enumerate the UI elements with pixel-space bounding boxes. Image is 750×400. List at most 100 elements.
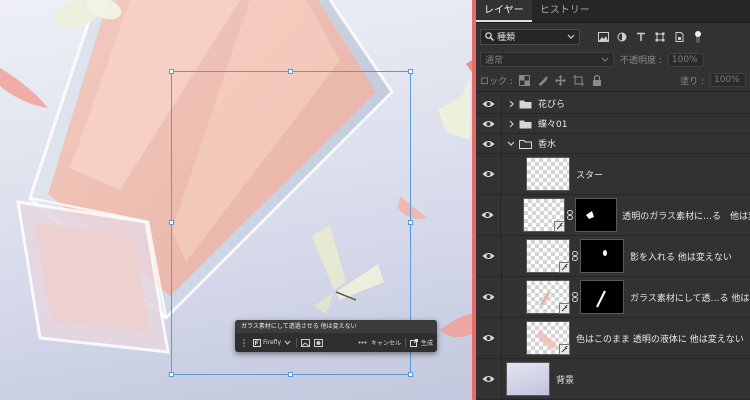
chevron-right-icon[interactable] [505,100,517,108]
fill-input[interactable]: 100% [710,73,746,87]
visibility-eye-icon[interactable] [476,236,502,276]
more-options-icon[interactable] [358,338,367,347]
layer-row-background[interactable]: 背景 [476,359,750,400]
layer-filter-row: 種類 [476,23,750,50]
visibility-eye-icon[interactable] [476,134,502,153]
visibility-eye-icon[interactable] [476,277,502,317]
transform-handle-bottom-right[interactable] [408,372,413,377]
blend-mode-select[interactable]: 通常 [480,52,614,67]
adjustment-filter-icon[interactable] [615,30,629,44]
transform-handle-top-left[interactable] [169,69,174,74]
layer-name: スター [576,170,604,181]
layers-panel: レイヤー ヒストリー 種類 通常 不透明度: 100% ロック: 塗り: … [476,0,750,400]
lock-label: ロック : [480,76,513,87]
mask-link-icon[interactable] [570,251,580,261]
layer-thumbnail[interactable] [526,157,570,191]
lock-fill-row: ロック : 塗り : 100% [476,69,750,92]
chevron-right-icon[interactable] [505,120,517,128]
model-picker-button[interactable]: Firefly [252,338,292,347]
generative-layer-badge-icon [554,221,566,232]
layer-row-group-butterflies[interactable]: 蝶々01 [476,114,750,134]
separator [296,337,298,348]
tab-history[interactable]: ヒストリー [532,0,598,22]
mask-link-icon[interactable] [565,210,574,220]
visibility-eye-icon[interactable] [476,154,502,194]
mask-link-icon[interactable] [570,292,580,302]
transform-handle-bottom-left[interactable] [169,372,174,377]
generative-layer-badge-icon [559,303,570,314]
transform-handle-top[interactable] [288,69,293,74]
type-filter-icon[interactable] [634,30,648,44]
generative-layer-badge-icon [559,344,570,355]
visibility-eye-icon[interactable] [476,359,502,399]
cancel-button[interactable]: キャンセル [371,338,401,347]
transform-handle-bottom[interactable] [288,372,293,377]
panel-tabs: レイヤー ヒストリー [476,0,750,23]
layer-name: 影を入れる 他は変えない [630,252,732,263]
visibility-eye-icon[interactable] [476,114,502,133]
layer-thumbnail[interactable] [526,239,570,273]
layer-mask-thumbnail[interactable] [580,239,624,273]
generative-prompt-input[interactable]: ガラス素材にして透過させる 他は変えない [235,320,437,333]
chevron-down-icon [600,55,609,64]
layer-row-generative-liquid[interactable]: 色はこのまま 透明の液体に 他は変えない [476,318,750,359]
layer-name: ガラス素材にして透…る 他は [630,293,750,304]
layer-row-generative-glass-transparent[interactable]: ガラス素材にして透…る 他は [476,277,750,318]
layer-row-generative-shadow[interactable]: 影を入れる 他は変えない [476,236,750,277]
transform-handle-top-right[interactable] [408,69,413,74]
visibility-eye-icon[interactable] [476,195,501,235]
style-reference-icon[interactable] [314,338,324,347]
separator [404,337,406,348]
layer-thumbnail[interactable] [506,362,550,396]
layer-thumbnail[interactable] [526,280,570,314]
blend-mode-value: 通常 [485,56,504,66]
model-label: Firefly [263,339,282,346]
layer-row-group-perfume[interactable]: 香水 [476,134,750,154]
blend-opacity-row: 通常 不透明度 : 100% [476,50,750,69]
layer-name: 花びら [538,100,566,110]
filter-kind-label: 種類 [497,33,516,43]
document-canvas[interactable]: ガラス素材にして透過させる 他は変えない Firefly キャンセル 生成 [0,0,472,400]
contextual-task-bar: ガラス素材にして透過させる 他は変えない Firefly キャンセル 生成 [235,320,437,352]
layer-name: 蝶々01 [538,120,568,130]
filter-kind-select[interactable]: 種類 [480,28,580,45]
generate-button[interactable]: 生成 [410,338,433,347]
opacity-label: 不透明度 : [620,56,662,66]
transform-handle-left[interactable] [169,220,174,225]
fill-label: 塗り : [680,76,704,87]
layer-mask-thumbnail[interactable] [574,198,617,232]
generate-label: 生成 [420,340,433,347]
layer-row-generative-glass[interactable]: 透明のガラス素材に…る 他は変 [476,195,750,236]
image-filter-icon[interactable] [596,30,610,44]
filter-toggle-icon[interactable] [691,30,705,44]
lock-transparency-icon[interactable] [519,74,531,86]
opacity-input[interactable]: 100% [667,52,704,67]
layer-name: 色はこのまま 透明の液体に 他は変えない [576,334,744,345]
lock-position-icon[interactable] [555,74,567,86]
layer-name: 背景 [556,375,575,386]
search-icon [485,32,494,41]
layer-mask-thumbnail[interactable] [580,280,624,314]
visibility-eye-icon[interactable] [476,318,502,358]
tab-layers[interactable]: レイヤー [476,0,532,22]
layer-row-star[interactable]: スター [476,154,750,195]
folder-open-icon [517,139,533,149]
shape-filter-icon[interactable] [653,30,667,44]
visibility-eye-icon[interactable] [476,94,502,113]
generative-layer-badge-icon [559,262,570,273]
transform-handle-right[interactable] [408,220,413,225]
lock-all-icon[interactable] [591,74,603,86]
layer-name: 透明のガラス素材に…る 他は変 [622,211,750,222]
lock-artboard-icon[interactable] [573,74,585,86]
lock-pixels-icon[interactable] [537,74,549,86]
layer-thumbnail[interactable] [523,198,566,232]
layer-row-group-petals[interactable]: 花びら [476,94,750,114]
smart-object-filter-icon[interactable] [672,30,686,44]
layers-list: 花びら 蝶々01 香水 スター 透明のガラス素材に…る 他は変 影を入れる 他は… [476,94,750,400]
layer-name: 香水 [538,140,557,150]
reference-image-icon[interactable] [301,338,311,347]
chevron-down-icon[interactable] [505,141,517,146]
firefly-icon [252,338,261,347]
layer-thumbnail[interactable] [526,321,570,355]
drag-handle-icon[interactable] [239,338,248,347]
